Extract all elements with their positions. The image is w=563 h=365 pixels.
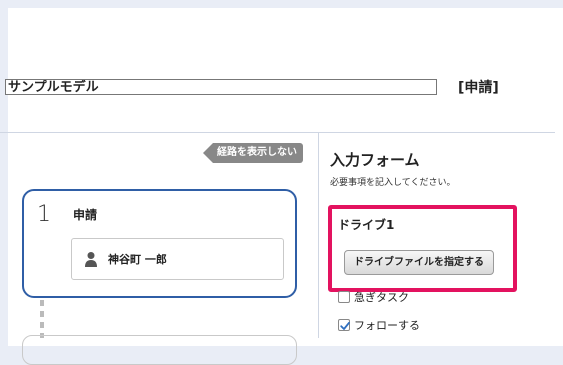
route-step-card: 1 申請 神谷町 一郎: [22, 189, 297, 298]
user-icon: [85, 252, 97, 267]
urgent-task-label: 急ぎタスク: [354, 291, 409, 304]
assignee-box[interactable]: 神谷町 一郎: [71, 238, 284, 280]
step-label: 申請: [73, 208, 98, 222]
assignee-name: 神谷町 一郎: [108, 253, 167, 266]
checkmark-icon: [340, 321, 350, 330]
drive-field-label: ドライブ1: [338, 218, 395, 232]
step-number: 1: [37, 202, 51, 227]
urgent-task-checkbox[interactable]: [338, 291, 350, 303]
select-drive-file-button[interactable]: ドライブファイルを指定する: [344, 250, 494, 275]
pane-divider: [318, 133, 319, 338]
follow-checkbox[interactable]: [338, 319, 350, 331]
request-title-field[interactable]: サンプルモデル: [5, 79, 437, 95]
form-subtitle: 必要事項を記入してください。: [330, 178, 456, 188]
hide-route-button[interactable]: 経路を表示しない: [203, 143, 303, 163]
status-label: [申請]: [458, 80, 499, 96]
follow-label: フォローする: [354, 319, 420, 332]
route-connector: [40, 300, 44, 338]
form-title: 入力フォーム: [330, 151, 420, 169]
next-step-card: [22, 335, 297, 365]
